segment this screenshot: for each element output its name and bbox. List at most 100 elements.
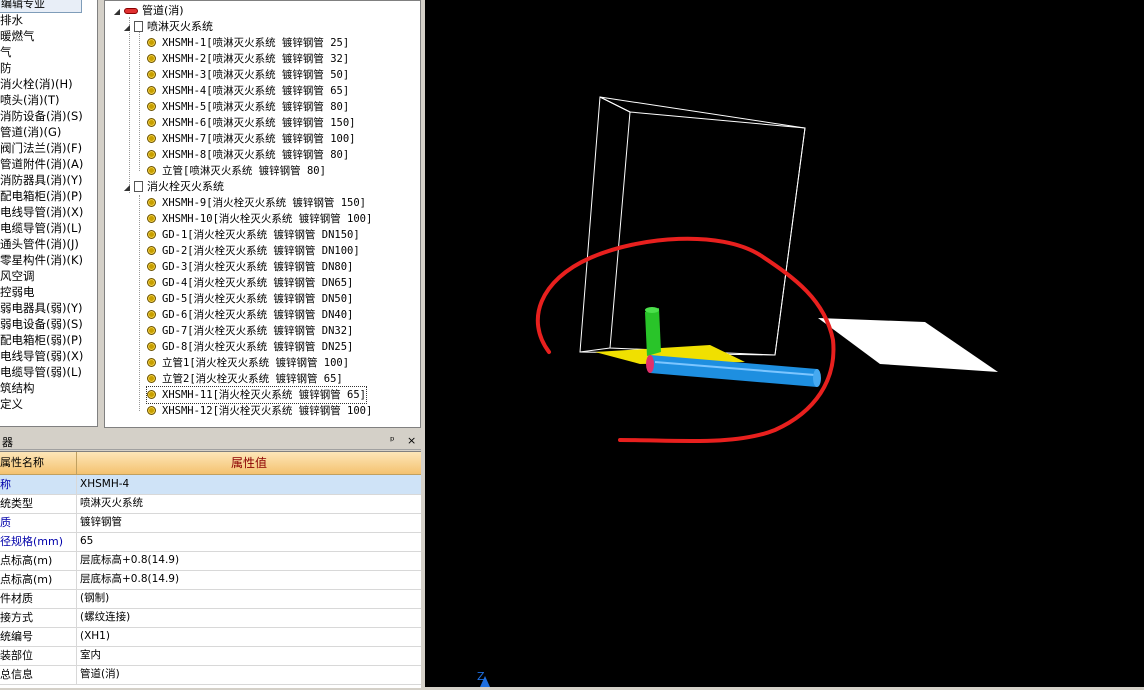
property-row[interactable]: 统编号 (XH1) [0, 627, 421, 647]
riser-pipe[interactable] [645, 307, 661, 356]
component-icon [147, 150, 156, 159]
tree-root[interactable]: ◢ 管道(消) [113, 3, 184, 19]
property-row[interactable]: 统类型 喷淋灭火系统 [0, 494, 421, 514]
tree-item[interactable]: GD-5[消火栓灭火系统 镀锌钢管 DN50] [147, 291, 353, 307]
discipline-item[interactable]: 喷头(消)(T) [0, 92, 59, 108]
tree-item-label: GD-7[消火栓灭火系统 镀锌钢管 DN32] [162, 325, 354, 337]
tree-item[interactable]: 立管[喷淋灭火系统 镀锌钢管 80] [147, 163, 326, 179]
property-name: 质 [0, 513, 77, 532]
discipline-item[interactable]: 管道(消)(G) [0, 124, 61, 140]
component-icon [147, 166, 156, 175]
tree-item[interactable]: GD-6[消火栓灭火系统 镀锌钢管 DN40] [147, 307, 353, 323]
tree-item[interactable]: XHSMH-2[喷淋灭火系统 镀锌钢管 32] [147, 51, 349, 67]
property-value[interactable]: (螺纹连接) [80, 608, 130, 627]
discipline-item[interactable]: 管道附件(消)(A) [0, 156, 83, 172]
discipline-item[interactable]: 电线导管(消)(X) [0, 204, 83, 220]
close-icon[interactable]: × [407, 434, 416, 447]
pin-icon[interactable]: ᵖ [390, 434, 395, 447]
tree-item[interactable]: GD-2[消火栓灭火系统 镀锌钢管 DN100] [147, 243, 360, 259]
tree-item[interactable]: XHSMH-11[消火栓灭火系统 镀锌钢管 65] [145, 386, 368, 404]
discipline-item[interactable]: 消火栓(消)(H) [0, 76, 73, 92]
3d-viewport[interactable]: Z [425, 0, 1144, 687]
property-value[interactable]: 喷淋灭火系统 [80, 494, 143, 513]
discipline-item[interactable]: 消防设备(消)(S) [0, 108, 83, 124]
discipline-item[interactable]: 弱电器具(弱)(Y) [0, 300, 82, 316]
discipline-item[interactable]: 控弱电 [0, 284, 35, 300]
axis-z-label: Z [477, 670, 485, 683]
property-value[interactable]: 镀锌钢管 [80, 513, 122, 532]
tree-item[interactable]: XHSMH-5[喷淋灭火系统 镀锌钢管 80] [147, 99, 349, 115]
property-row[interactable]: 装部位 室内 [0, 646, 421, 666]
discipline-item[interactable]: 弱电设备(弱)(S) [0, 316, 83, 332]
tree-item[interactable]: XHSMH-3[喷淋灭火系统 镀锌钢管 50] [147, 67, 349, 83]
tree-item-label: XHSMH-8[喷淋灭火系统 镀锌钢管 80] [162, 149, 350, 161]
tree-item[interactable]: GD-1[消火栓灭火系统 镀锌钢管 DN150] [147, 227, 360, 243]
property-row[interactable]: 点标高(m) 层底标高+0.8(14.9) [0, 551, 421, 571]
property-name: 径规格(mm) [0, 532, 77, 551]
discipline-item[interactable]: 电缆导管(弱)(L) [0, 364, 82, 380]
property-row[interactable]: 点标高(m) 层底标高+0.8(14.9) [0, 570, 421, 590]
discipline-item[interactable]: 电缆导管(消)(L) [0, 220, 82, 236]
discipline-item[interactable]: 零星构件(消)(K) [0, 252, 83, 268]
discipline-item[interactable]: 气 [0, 44, 12, 60]
discipline-item[interactable]: 筑结构 [0, 380, 35, 396]
component-icon [147, 278, 156, 287]
tree-item[interactable]: GD-3[消火栓灭火系统 镀锌钢管 DN80] [147, 259, 353, 275]
tree-item-label: GD-5[消火栓灭火系统 镀锌钢管 DN50] [162, 293, 354, 305]
property-row[interactable]: 接方式 (螺纹连接) [0, 608, 421, 628]
property-row[interactable]: 质镀锌钢管 [0, 513, 421, 533]
tree-item[interactable]: XHSMH-8[喷淋灭火系统 镀锌钢管 80] [147, 147, 349, 163]
discipline-item[interactable]: 配电箱柜(消)(P) [0, 188, 82, 204]
tree-item[interactable]: XHSMH-4[喷淋灭火系统 镀锌钢管 65] [147, 83, 349, 99]
component-icon [147, 198, 156, 207]
component-icon [147, 118, 156, 127]
component-icon [147, 54, 156, 63]
discipline-item[interactable]: 防 [0, 60, 12, 76]
property-name: 点标高(m) [0, 570, 77, 589]
discipline-item[interactable]: 定义 [0, 396, 23, 412]
tree-item[interactable]: XHSMH-1[喷淋灭火系统 镀锌钢管 25] [147, 35, 349, 51]
tree-item-label: GD-2[消火栓灭火系统 镀锌钢管 DN100] [162, 245, 360, 257]
component-icon [147, 38, 156, 47]
tree-group[interactable]: ◢ 喷淋灭火系统 [123, 19, 213, 35]
property-value[interactable]: 65 [80, 532, 93, 551]
discipline-item[interactable]: 通头管件(消)(J) [0, 236, 79, 252]
tree-item[interactable]: XHSMH-12[消火栓灭火系统 镀锌钢管 100] [147, 403, 372, 419]
discipline-item[interactable]: 消防器具(消)(Y) [0, 172, 82, 188]
property-row[interactable]: 总信息 管道(消) [0, 665, 421, 685]
property-value[interactable]: 层底标高+0.8(14.9) [80, 570, 179, 589]
collapse-icon[interactable]: ◢ [123, 180, 131, 196]
property-value[interactable]: XHSMH-4 [80, 475, 129, 494]
tree-item[interactable]: XHSMH-6[喷淋灭火系统 镀锌钢管 150] [147, 115, 356, 131]
discipline-item[interactable]: 配电箱柜(弱)(P) [0, 332, 82, 348]
property-value[interactable]: 室内 [80, 646, 101, 665]
collapse-icon[interactable]: ◢ [113, 4, 121, 20]
tree-item[interactable]: GD-8[消火栓灭火系统 镀锌钢管 DN25] [147, 339, 353, 355]
tree-item[interactable]: XHSMH-9[消火栓灭火系统 镀锌钢管 150] [147, 195, 366, 211]
tree-group[interactable]: ◢ 消火栓灭火系统 [123, 179, 224, 195]
collapse-icon[interactable]: ◢ [123, 20, 131, 36]
property-value[interactable]: 层底标高+0.8(14.9) [80, 551, 179, 570]
tree-item[interactable]: XHSMH-7[喷淋灭火系统 镀锌钢管 100] [147, 131, 356, 147]
component-icon [147, 406, 156, 415]
property-value[interactable]: (XH1) [80, 627, 110, 646]
tree-item[interactable]: XHSMH-10[消火栓灭火系统 镀锌钢管 100] [147, 211, 372, 227]
tree-item[interactable]: 立管1[消火栓灭火系统 镀锌钢管 100] [147, 355, 349, 371]
property-value[interactable]: (钢制) [80, 589, 109, 608]
property-row[interactable]: 径规格(mm) 65 [0, 532, 421, 552]
component-icon [147, 214, 156, 223]
tree-item[interactable]: 立管2[消火栓灭火系统 镀锌钢管 65] [147, 371, 343, 387]
tree-item[interactable]: GD-7[消火栓灭火系统 镀锌钢管 DN32] [147, 323, 353, 339]
discipline-item[interactable]: 风空调 [0, 268, 35, 284]
discipline-item[interactable]: 排水 [0, 12, 23, 28]
component-icon [147, 294, 156, 303]
tree-item-label: XHSMH-11[消火栓灭火系统 镀锌钢管 65] [162, 389, 367, 401]
discipline-item[interactable]: 暖燃气 [0, 28, 35, 44]
tree-item[interactable]: GD-4[消火栓灭火系统 镀锌钢管 DN65] [147, 275, 353, 291]
property-value[interactable]: 管道(消) [80, 665, 120, 684]
discipline-item[interactable]: 阀门法兰(消)(F) [0, 140, 82, 156]
tree-item-label: GD-8[消火栓灭火系统 镀锌钢管 DN25] [162, 341, 354, 353]
discipline-item[interactable]: 电线导管(弱)(X) [0, 348, 83, 364]
property-row[interactable]: 称 XHSMH-4 [0, 475, 421, 495]
property-row[interactable]: 件材质 (钢制) [0, 589, 421, 609]
